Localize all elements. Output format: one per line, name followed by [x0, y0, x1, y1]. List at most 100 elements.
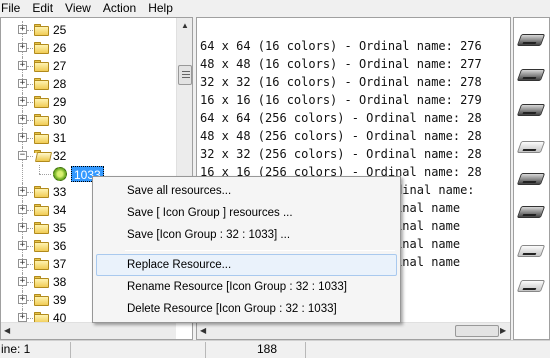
icon-entry-line: 32 x 32 (16 colors) - Ordinal name: 278 [200, 75, 482, 89]
icon-entry-line: 64 x 64 (256 colors) - Ordinal name: 28 [200, 111, 482, 125]
status-cell-empty [70, 342, 205, 358]
tree-item-label: 30 [53, 113, 67, 127]
folder-icon [34, 42, 49, 54]
folder-icon [34, 276, 49, 288]
scroll-up-icon[interactable]: ▲ [181, 21, 189, 30]
tree-connector-line [27, 318, 33, 319]
tree-item-label: 36 [53, 239, 67, 253]
removable-drive-icon[interactable] [516, 245, 546, 257]
menu-edit[interactable]: Edit [26, 0, 59, 16]
save-all-resources-item[interactable]: Save all resources... [96, 180, 397, 202]
menu-file[interactable]: File [0, 0, 26, 16]
folder-icon [34, 258, 49, 270]
tree-item[interactable]: +31 [1, 129, 176, 147]
tree-item-label: 34 [53, 203, 67, 217]
network-drive-icon[interactable] [516, 141, 546, 153]
folder-icon [34, 78, 49, 90]
folder-body [34, 188, 49, 198]
folder-icon [34, 204, 49, 216]
menu-view[interactable]: View [59, 0, 97, 16]
tree-item-label: 32 [53, 149, 67, 163]
tree-item[interactable]: +30 [1, 111, 176, 129]
save-selected-resource-item[interactable]: Save [Icon Group : 32 : 1033] ... [96, 224, 397, 246]
expand-icon[interactable]: + [18, 187, 27, 196]
status-line-number: ine: 1 [1, 342, 31, 356]
expand-icon[interactable]: + [18, 241, 27, 250]
hard-drive-icon[interactable] [516, 69, 546, 81]
drive-slot [522, 214, 537, 216]
expand-icon[interactable]: + [18, 25, 27, 34]
drive-slot [522, 253, 537, 255]
expand-icon[interactable]: + [18, 79, 27, 88]
hard-drive-icon[interactable] [516, 206, 546, 218]
tree-item-label: 27 [53, 59, 67, 73]
rename-resource-item[interactable]: Rename Resource [Icon Group : 32 : 1033] [96, 276, 397, 298]
hard-drive-icon[interactable] [516, 104, 546, 116]
folder-icon [34, 240, 49, 252]
tree-item-label: 35 [53, 221, 67, 235]
menu-action[interactable]: Action [97, 0, 142, 16]
context-menu: Save all resources... Save [ Icon Group … [92, 176, 401, 323]
tree-connector-line [27, 192, 33, 193]
tree-item[interactable]: +28 [1, 75, 176, 93]
expand-icon[interactable]: + [18, 313, 27, 322]
folder-open-icon [34, 150, 53, 162]
expand-icon[interactable]: + [18, 205, 27, 214]
folder-body [34, 44, 49, 54]
tree-vscroll-thumb[interactable] [178, 65, 192, 85]
menu-separator [125, 250, 395, 251]
expand-icon[interactable]: + [18, 277, 27, 286]
tree-item-label: 29 [53, 95, 67, 109]
status-bar: ine: 1 188 [0, 340, 550, 358]
expand-icon[interactable]: + [18, 61, 27, 70]
tree-item-label: 37 [53, 257, 67, 271]
drive-icon-column [513, 17, 550, 340]
folder-body [34, 62, 49, 72]
tree-item[interactable]: +25 [1, 21, 176, 39]
folder-body [34, 296, 49, 306]
tree-item[interactable]: +29 [1, 93, 176, 111]
expand-icon[interactable]: + [18, 259, 27, 268]
drive-slot [522, 112, 537, 114]
expand-icon[interactable]: + [18, 223, 27, 232]
delete-resource-item[interactable]: Delete Resource [Icon Group : 32 : 1033] [96, 298, 397, 320]
tree-item-label: 26 [53, 41, 67, 55]
tree-item[interactable]: − 32 [1, 147, 176, 165]
expand-icon[interactable]: + [18, 133, 27, 142]
drive-slot [522, 77, 537, 79]
collapse-icon[interactable]: − [18, 151, 27, 160]
scroll-right-icon[interactable]: ▶ [500, 326, 506, 335]
menu-help[interactable]: Help [142, 0, 179, 16]
removable-drive-icon[interactable] [516, 280, 546, 292]
icon-entry-line: 32 x 32 (256 colors) - Ordinal name: 28 [200, 147, 482, 161]
save-icon-group-resources-item[interactable]: Save [ Icon Group ] resources ... [96, 202, 397, 224]
expand-icon[interactable]: + [18, 115, 27, 124]
icon-entry-line: 48 x 48 (256 colors) - Ordinal name: 28 [200, 129, 482, 143]
tree-connector-line [27, 120, 33, 121]
tree-connector-line [27, 264, 33, 265]
hard-drive-icon[interactable] [516, 173, 546, 185]
tree-horizontal-scrollbar[interactable]: ◀ [1, 322, 176, 339]
replace-resource-item[interactable]: Replace Resource... [96, 254, 397, 276]
expand-icon[interactable]: + [18, 43, 27, 52]
expand-icon[interactable]: + [18, 97, 27, 106]
tree-item[interactable]: +27 [1, 57, 176, 75]
folder-icon [34, 114, 49, 126]
tree-connector-line [39, 174, 51, 175]
scroll-left-icon[interactable]: ◀ [200, 326, 206, 335]
scroll-left-icon[interactable]: ◀ [4, 326, 10, 335]
scroll-grip [182, 71, 190, 72]
folder-body [34, 206, 49, 216]
hard-drive-icon[interactable] [516, 34, 546, 46]
drive-slot [522, 149, 537, 151]
folder-icon [34, 222, 49, 234]
folder-icon [34, 132, 49, 144]
drive-slot [522, 42, 537, 44]
expand-icon[interactable]: + [18, 295, 27, 304]
text-horizontal-scrollbar[interactable]: ◀ ▶ [197, 322, 510, 339]
tree-item[interactable]: +26 [1, 39, 176, 57]
text-hscroll-thumb[interactable] [455, 325, 499, 337]
tree-connector-line [27, 156, 33, 157]
icon-entry-line: 64 x 64 (16 colors) - Ordinal name: 276 [200, 39, 482, 53]
tree-item-label: 31 [53, 131, 67, 145]
